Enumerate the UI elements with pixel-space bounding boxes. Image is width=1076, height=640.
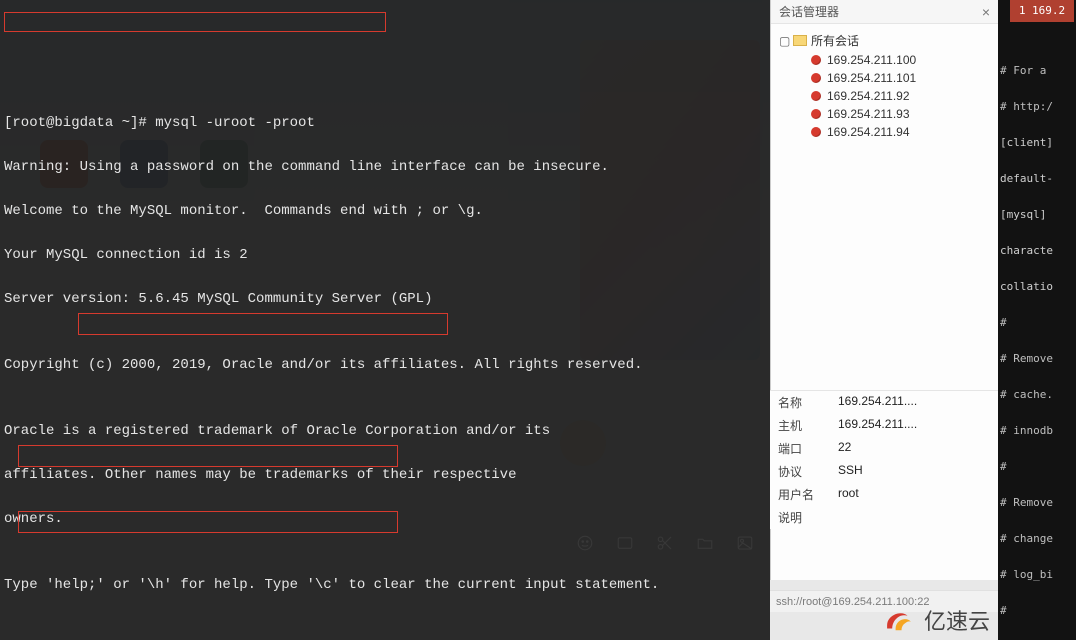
detail-row-protocol: 协议 SSH <box>770 460 998 483</box>
session-host-label: 169.254.211.93 <box>827 107 910 121</box>
terminal-line: [root@bigdata ~]# mysql -uroot -proot <box>4 112 766 134</box>
session-item[interactable]: 169.254.211.100 <box>775 51 994 69</box>
cfg-line: # <box>1000 458 1076 476</box>
detail-key: 名称 <box>778 394 838 411</box>
detail-row-host: 主机 169.254.211.... <box>770 414 998 437</box>
highlight-box <box>4 12 386 32</box>
detail-key: 用户名 <box>778 486 838 503</box>
terminal-line: Server version: 5.6.45 MySQL Community S… <box>4 288 766 310</box>
cfg-line: [client] <box>1000 134 1076 152</box>
detail-key: 端口 <box>778 440 838 457</box>
detail-value: 22 <box>838 440 990 457</box>
close-icon[interactable]: × <box>982 4 990 20</box>
detail-value: 169.254.211.... <box>838 417 990 434</box>
terminal-line: Oracle is a registered trademark of Orac… <box>4 420 766 442</box>
cfg-line: default- <box>1000 170 1076 188</box>
cfg-line: characte <box>1000 242 1076 260</box>
host-status-icon <box>811 55 821 65</box>
host-status-icon <box>811 73 821 83</box>
session-host-label: 169.254.211.101 <box>827 71 916 85</box>
cfg-line: # change <box>1000 530 1076 548</box>
session-item[interactable]: 169.254.211.93 <box>775 105 994 123</box>
watermark-text: 亿速云 <box>924 604 990 636</box>
cfg-line: # http:/ <box>1000 98 1076 116</box>
session-item[interactable]: 169.254.211.94 <box>775 123 994 141</box>
terminal-line: owners. <box>4 508 766 530</box>
session-host-label: 169.254.211.92 <box>827 89 910 103</box>
terminal-line: Welcome to the MySQL monitor. Commands e… <box>4 200 766 222</box>
highlight-box <box>78 313 448 335</box>
session-host-label: 169.254.211.94 <box>827 125 910 139</box>
session-item[interactable]: 169.254.211.92 <box>775 87 994 105</box>
watermark: 亿速云 <box>882 604 990 636</box>
cfg-line: collatio <box>1000 278 1076 296</box>
config-editor-panel[interactable]: 1 169.2 # For a # http:/ [client] defaul… <box>998 0 1076 640</box>
scissors-icon[interactable] <box>656 534 674 557</box>
shell-command: mysql -uroot -proot <box>155 115 315 131</box>
session-root-label: 所有会话 <box>811 32 859 49</box>
cfg-line: # innodb <box>1000 422 1076 440</box>
toolbar-icons <box>560 530 770 560</box>
host-status-icon <box>811 109 821 119</box>
shell-prompt: [root@bigdata ~]# <box>4 115 155 131</box>
session-host-label: 169.254.211.100 <box>827 53 916 67</box>
detail-value: 169.254.211.... <box>838 394 990 411</box>
host-status-icon <box>811 127 821 137</box>
terminal-line: affiliates. Other names may be trademark… <box>4 464 766 486</box>
detail-key: 协议 <box>778 463 838 480</box>
detail-value <box>838 509 990 526</box>
editor-tab[interactable]: 1 169.2 <box>1010 0 1074 22</box>
detail-value: root <box>838 486 990 503</box>
cfg-line: # log_bi <box>1000 566 1076 584</box>
folder-icon <box>793 35 807 46</box>
session-tree-root[interactable]: ▢ 所有会话 <box>775 30 994 51</box>
detail-key: 主机 <box>778 417 838 434</box>
watermark-logo-icon <box>882 609 916 631</box>
session-tree: ▢ 所有会话 169.254.211.100 169.254.211.101 1… <box>771 24 998 147</box>
cfg-line: [mysql] <box>1000 206 1076 224</box>
cfg-line: # cache. <box>1000 386 1076 404</box>
gif-icon[interactable] <box>616 534 634 557</box>
cfg-line: # <box>1000 314 1076 332</box>
cfg-line: # For a <box>1000 62 1076 80</box>
host-status-icon <box>811 91 821 101</box>
session-panel-header: 会话管理器 × <box>771 0 998 24</box>
detail-row-name: 名称 169.254.211.... <box>770 391 998 414</box>
session-details-panel: 名称 169.254.211.... 主机 169.254.211.... 端口… <box>770 390 998 529</box>
cfg-line: # Remove <box>1000 350 1076 368</box>
terminal-line: Type 'help;' or '\h' for help. Type '\c'… <box>4 574 766 596</box>
smile-icon[interactable] <box>576 534 594 557</box>
detail-row-user: 用户名 root <box>770 483 998 506</box>
detail-value: SSH <box>838 463 990 480</box>
detail-row-desc: 说明 <box>770 506 998 529</box>
detail-key: 说明 <box>778 509 838 526</box>
folder-icon[interactable] <box>696 534 714 557</box>
image-icon[interactable] <box>736 534 754 557</box>
terminal-line: Your MySQL connection id is 2 <box>4 244 766 266</box>
session-panel-title: 会话管理器 <box>779 3 839 20</box>
session-item[interactable]: 169.254.211.101 <box>775 69 994 87</box>
cfg-line: # Remove <box>1000 494 1076 512</box>
detail-row-port: 端口 22 <box>770 437 998 460</box>
cfg-line: # <box>1000 602 1076 620</box>
terminal-line: Copyright (c) 2000, 2019, Oracle and/or … <box>4 354 766 376</box>
expand-icon[interactable]: ▢ <box>779 34 789 48</box>
terminal-line: Warning: Using a password on the command… <box>4 156 766 178</box>
editor-tab-label: 1 169.2 <box>1019 2 1065 20</box>
